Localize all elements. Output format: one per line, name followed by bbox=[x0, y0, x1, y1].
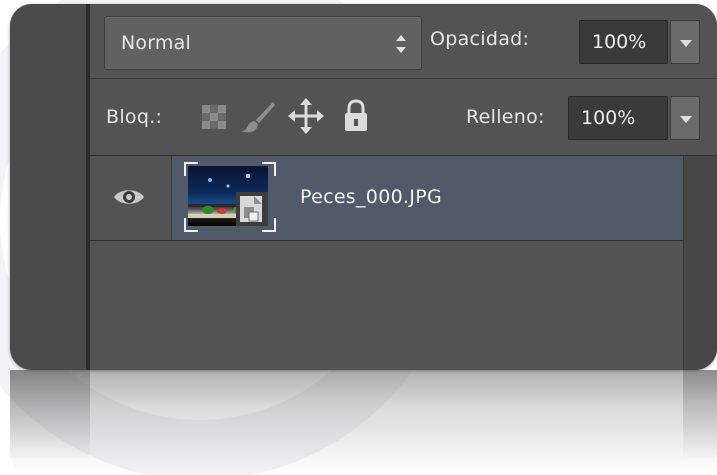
blend-opacity-row: Normal Opacidad: 100% bbox=[90, 4, 717, 79]
screenshot-stage: Normal Opacidad: 100% Bloq.: Relleno: 10… bbox=[0, 0, 717, 475]
thumbnail-corner-top-left bbox=[184, 162, 198, 176]
visibility-toggle[interactable] bbox=[90, 156, 172, 240]
layer-row[interactable]: Peces_000.JPG bbox=[90, 156, 717, 241]
triangle-down-icon bbox=[680, 116, 692, 123]
thumbnail-corner-top-right bbox=[262, 162, 276, 176]
layer-name[interactable]: Peces_000.JPG bbox=[300, 186, 442, 208]
lock-fill-row: Bloq.: Relleno: 100% bbox=[90, 79, 717, 156]
blend-mode-select[interactable]: Normal bbox=[104, 16, 422, 70]
scrollbar-track[interactable] bbox=[683, 156, 717, 370]
thumbnail-corner-bottom-left bbox=[184, 218, 198, 232]
lock-image-pixels-icon[interactable] bbox=[240, 100, 276, 134]
reflection-right bbox=[683, 370, 717, 475]
triangle-down-icon bbox=[680, 40, 692, 47]
fill-label: Relleno: bbox=[466, 106, 545, 128]
smart-object-icon bbox=[236, 192, 268, 226]
fill-input[interactable]: 100% bbox=[568, 96, 668, 140]
opacity-label: Opacidad: bbox=[430, 28, 530, 50]
lock-transparent-pixels-icon[interactable] bbox=[199, 102, 229, 132]
layers-empty-area bbox=[90, 241, 717, 370]
blend-mode-value: Normal bbox=[121, 32, 191, 54]
panel-left-strip bbox=[10, 4, 86, 370]
opacity-dropdown-button[interactable] bbox=[670, 20, 700, 64]
lock-label: Bloq.: bbox=[106, 106, 163, 128]
reflection-left bbox=[10, 370, 90, 475]
layer-thumbnail[interactable] bbox=[184, 162, 276, 232]
lock-position-icon[interactable] bbox=[288, 98, 324, 134]
lock-all-icon[interactable] bbox=[343, 99, 369, 133]
layers-panel: Normal Opacidad: 100% Bloq.: Relleno: 10… bbox=[10, 4, 717, 370]
eye-icon bbox=[114, 190, 144, 204]
up-down-arrows-icon bbox=[396, 35, 406, 53]
fill-dropdown-button[interactable] bbox=[670, 96, 700, 140]
panel-reflection bbox=[10, 370, 717, 475]
opacity-input[interactable]: 100% bbox=[579, 20, 668, 64]
